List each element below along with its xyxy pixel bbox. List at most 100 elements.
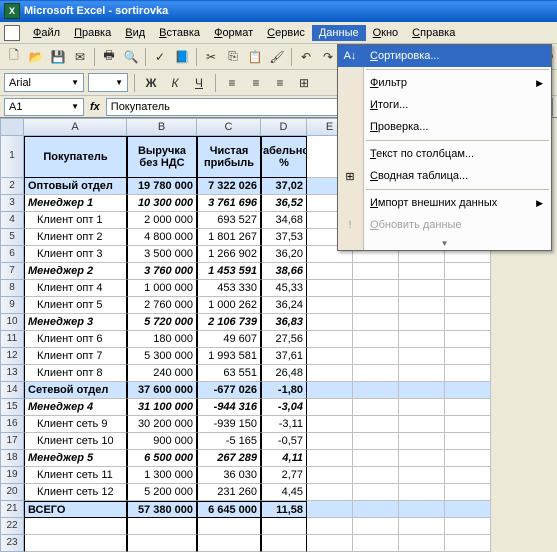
cell-B13[interactable]: 240 000 <box>127 365 197 382</box>
name-box[interactable]: A1 ▼ <box>4 98 84 116</box>
cell-C9[interactable]: 1 000 262 <box>197 297 261 314</box>
row-header-7[interactable]: 7 <box>0 263 24 280</box>
cell-F12[interactable] <box>353 348 399 365</box>
cell-G23[interactable] <box>399 535 445 552</box>
cell-G13[interactable] <box>399 365 445 382</box>
cell-A21[interactable]: ВСЕГО <box>24 501 127 518</box>
menu-item-6[interactable]: Импорт внешних данных▶ <box>338 192 551 214</box>
cell-B6[interactable]: 3 500 000 <box>127 246 197 263</box>
cell-B12[interactable]: 5 300 000 <box>127 348 197 365</box>
menu-вид[interactable]: Вид <box>118 25 152 41</box>
col-header-D[interactable]: D <box>261 118 307 136</box>
cell-D5[interactable]: 37,53 <box>261 229 307 246</box>
cell-H18[interactable] <box>445 450 491 467</box>
cell-B21[interactable]: 57 380 000 <box>127 501 197 518</box>
redo-button[interactable]: ↷ <box>318 47 338 67</box>
menu-item-2[interactable]: Итоги... <box>338 94 551 116</box>
cell-D9[interactable]: 36,24 <box>261 297 307 314</box>
cell-B1[interactable]: Выручка без НДС <box>127 136 197 178</box>
cell-C7[interactable]: 1 453 591 <box>197 263 261 280</box>
menu-expand-chevron[interactable]: ▾ <box>338 236 551 250</box>
cell-A11[interactable]: Клиент опт 6 <box>24 331 127 348</box>
cell-H14[interactable] <box>445 382 491 399</box>
cell-G7[interactable] <box>399 263 445 280</box>
cell-C4[interactable]: 693 527 <box>197 212 261 229</box>
cut-button[interactable]: ✂ <box>201 47 221 67</box>
cell-D12[interactable]: 37,61 <box>261 348 307 365</box>
menu-окно[interactable]: Окно <box>366 25 406 41</box>
cell-E23[interactable] <box>307 535 353 552</box>
align-right-button[interactable]: ≡ <box>270 73 290 93</box>
cell-A6[interactable]: Клиент опт 3 <box>24 246 127 263</box>
cell-E14[interactable] <box>307 382 353 399</box>
cell-H16[interactable] <box>445 416 491 433</box>
cell-D6[interactable]: 36,20 <box>261 246 307 263</box>
cell-E22[interactable] <box>307 518 353 535</box>
italic-button[interactable]: К <box>165 73 185 93</box>
cell-D8[interactable]: 45,33 <box>261 280 307 297</box>
cell-G16[interactable] <box>399 416 445 433</box>
cell-D7[interactable]: 38,66 <box>261 263 307 280</box>
cell-F23[interactable] <box>353 535 399 552</box>
cell-G20[interactable] <box>399 484 445 501</box>
cell-H22[interactable] <box>445 518 491 535</box>
cell-A2[interactable]: Оптовый отдел <box>24 178 127 195</box>
cell-E7[interactable] <box>307 263 353 280</box>
cell-F11[interactable] <box>353 331 399 348</box>
cell-H13[interactable] <box>445 365 491 382</box>
cell-H12[interactable] <box>445 348 491 365</box>
cell-B11[interactable]: 180 000 <box>127 331 197 348</box>
cell-C5[interactable]: 1 801 267 <box>197 229 261 246</box>
cell-A23[interactable] <box>24 535 127 552</box>
cell-C22[interactable] <box>197 518 261 535</box>
menu-формат[interactable]: Формат <box>207 25 260 41</box>
cell-D17[interactable]: -0,57 <box>261 433 307 450</box>
row-header-14[interactable]: 14 <box>0 382 24 399</box>
cell-A4[interactable]: Клиент опт 1 <box>24 212 127 229</box>
cell-E20[interactable] <box>307 484 353 501</box>
cell-C2[interactable]: 7 322 026 <box>197 178 261 195</box>
cell-B18[interactable]: 6 500 000 <box>127 450 197 467</box>
menu-вставка[interactable]: Вставка <box>152 25 207 41</box>
col-header-B[interactable]: B <box>127 118 197 136</box>
row-header-19[interactable]: 19 <box>0 467 24 484</box>
cell-E9[interactable] <box>307 297 353 314</box>
cell-D19[interactable]: 2,77 <box>261 467 307 484</box>
cell-B17[interactable]: 900 000 <box>127 433 197 450</box>
row-header-16[interactable]: 16 <box>0 416 24 433</box>
cell-H17[interactable] <box>445 433 491 450</box>
spelling-button[interactable]: ✓ <box>150 47 170 67</box>
row-header-20[interactable]: 20 <box>0 484 24 501</box>
cell-C10[interactable]: 2 106 739 <box>197 314 261 331</box>
cell-H10[interactable] <box>445 314 491 331</box>
menu-справка[interactable]: Справка <box>405 25 462 41</box>
cell-G9[interactable] <box>399 297 445 314</box>
row-header-23[interactable]: 23 <box>0 535 24 552</box>
save-button[interactable]: 💾 <box>48 47 68 67</box>
menu-сервис[interactable]: Сервис <box>260 25 312 41</box>
cell-D15[interactable]: -3,04 <box>261 399 307 416</box>
cell-B3[interactable]: 10 300 000 <box>127 195 197 212</box>
cell-A22[interactable] <box>24 518 127 535</box>
cell-E19[interactable] <box>307 467 353 484</box>
cell-D11[interactable]: 27,56 <box>261 331 307 348</box>
cell-E8[interactable] <box>307 280 353 297</box>
cell-G17[interactable] <box>399 433 445 450</box>
cell-G18[interactable] <box>399 450 445 467</box>
cell-C19[interactable]: 36 030 <box>197 467 261 484</box>
cell-H21[interactable] <box>445 501 491 518</box>
cell-H11[interactable] <box>445 331 491 348</box>
row-header-8[interactable]: 8 <box>0 280 24 297</box>
menu-правка[interactable]: Правка <box>67 25 118 41</box>
menu-item-0[interactable]: A↓Сортировка... <box>338 45 551 67</box>
cell-A20[interactable]: Клиент сеть 12 <box>24 484 127 501</box>
cell-B4[interactable]: 2 000 000 <box>127 212 197 229</box>
row-header-22[interactable]: 22 <box>0 518 24 535</box>
row-header-6[interactable]: 6 <box>0 246 24 263</box>
cell-H7[interactable] <box>445 263 491 280</box>
cell-G21[interactable] <box>399 501 445 518</box>
undo-button[interactable]: ↶ <box>296 47 316 67</box>
underline-button[interactable]: Ч <box>189 73 209 93</box>
cell-B2[interactable]: 19 780 000 <box>127 178 197 195</box>
cell-E12[interactable] <box>307 348 353 365</box>
